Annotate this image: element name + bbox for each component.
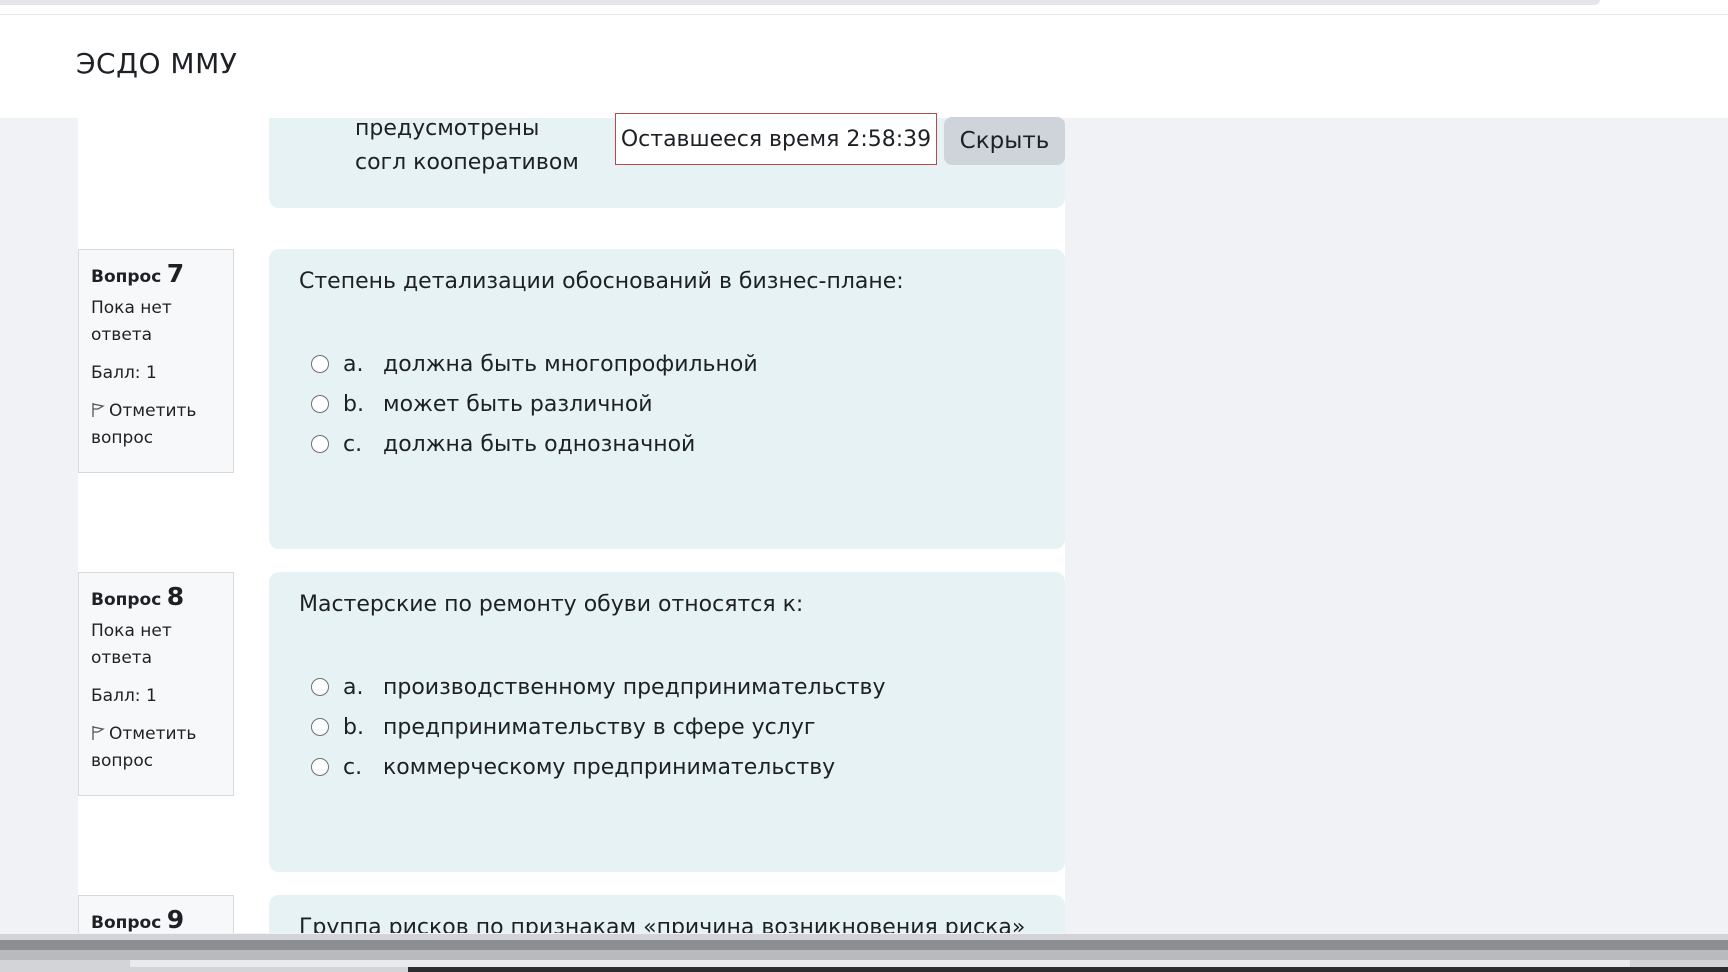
question-state: Пока нет ответа [91,621,172,668]
radio-button[interactable] [311,678,329,696]
page-content: предусмотрены согл кооперативом Вопрос 7… [0,118,1728,933]
answer-option[interactable]: b. предпринимательству в сфере услуг [311,707,885,747]
question-number: 7 [166,259,185,288]
answer-text: предпринимательству в сфере услуг [383,714,816,740]
taskbar-stripe [0,940,1728,950]
question-9-box: Группа рисков по признакам «причина возн… [269,895,1065,933]
site-brand[interactable]: ЭСДО ММУ [76,47,237,80]
question-label: Вопрос [91,913,162,933]
browser-top-strip [0,0,1728,15]
answer-option[interactable]: c. коммерческому предпринимательству [311,747,885,787]
question-label: Вопрос [91,267,162,287]
question-label: Вопрос [91,590,162,610]
question-8-info: Вопрос 8 Пока нет ответа Балл: 1 Отметит… [78,572,234,796]
question-6-answer-text: предусмотрены согл кооперативом [355,118,579,175]
question-7-answers: a. должна быть многопрофильной b. может бы… [311,344,758,464]
answer-letter: c. [343,754,363,780]
flag-icon [92,403,105,417]
question-9-info: Вопрос 9 [78,895,234,933]
answer-text: должна быть однозначной [383,431,696,457]
answer-text: может быть различной [383,391,653,417]
taskbar-stripe [408,967,1728,972]
question-7-text: Степень детализации обоснований в бизнес… [299,269,904,294]
answer-letter: b. [343,714,364,740]
question-number: 8 [166,582,185,611]
taskbar [0,934,1728,972]
answer-letter: a. [343,674,364,700]
question-8-answers: a. производственному предпринимательству … [311,667,885,787]
taskbar-stripe [130,960,1630,967]
answer-text: производственному предпринимательству [383,674,886,700]
flag-question-label: Отметить вопрос [91,724,197,771]
answer-letter: a. [343,351,364,377]
question-8-text: Мастерские по ремонту обуви относятся к: [299,592,804,617]
radio-button[interactable] [311,758,329,776]
question-state: Пока нет ответа [91,298,172,345]
remaining-time: Оставшееся время 2:58:39 [615,113,937,165]
radio-button[interactable] [311,435,329,453]
answer-letter: b. [343,391,364,417]
question-8-box: Мастерские по ремонту обуви относятся к:… [269,572,1065,872]
answer-option[interactable]: a. производственному предпринимательству [311,667,885,707]
answer-option[interactable]: c. должна быть однозначной [311,424,758,464]
question-7-box: Степень детализации обоснований в бизнес… [269,249,1065,549]
radio-button[interactable] [311,718,329,736]
scroll-indicator [0,0,1600,5]
site-header: ЭСДО ММУ [0,15,1728,118]
question-9-text: Группа рисков по признакам «причина возн… [299,915,1026,933]
question-grade: Балл: 1 [91,363,157,383]
answer-letter: c. [343,431,363,457]
answer-text: коммерческому предпринимательству [383,754,836,780]
flag-question-label: Отметить вопрос [91,401,197,448]
hide-timer-button[interactable]: Скрыть [944,117,1065,165]
answer-option[interactable]: a. должна быть многопрофильной [311,344,758,384]
question-grade: Балл: 1 [91,686,157,706]
flag-question-button[interactable]: Отметить вопрос [91,398,221,452]
question-number: 9 [166,905,185,933]
radio-button[interactable] [311,395,329,413]
flag-icon [92,726,105,740]
flag-question-button[interactable]: Отметить вопрос [91,721,221,775]
taskbar-stripe [0,950,1728,960]
radio-button[interactable] [311,355,329,373]
answer-option[interactable]: b. может быть различной [311,384,758,424]
answer-text: должна быть многопрофильной [383,351,758,377]
question-7-info: Вопрос 7 Пока нет ответа Балл: 1 Отметит… [78,249,234,473]
